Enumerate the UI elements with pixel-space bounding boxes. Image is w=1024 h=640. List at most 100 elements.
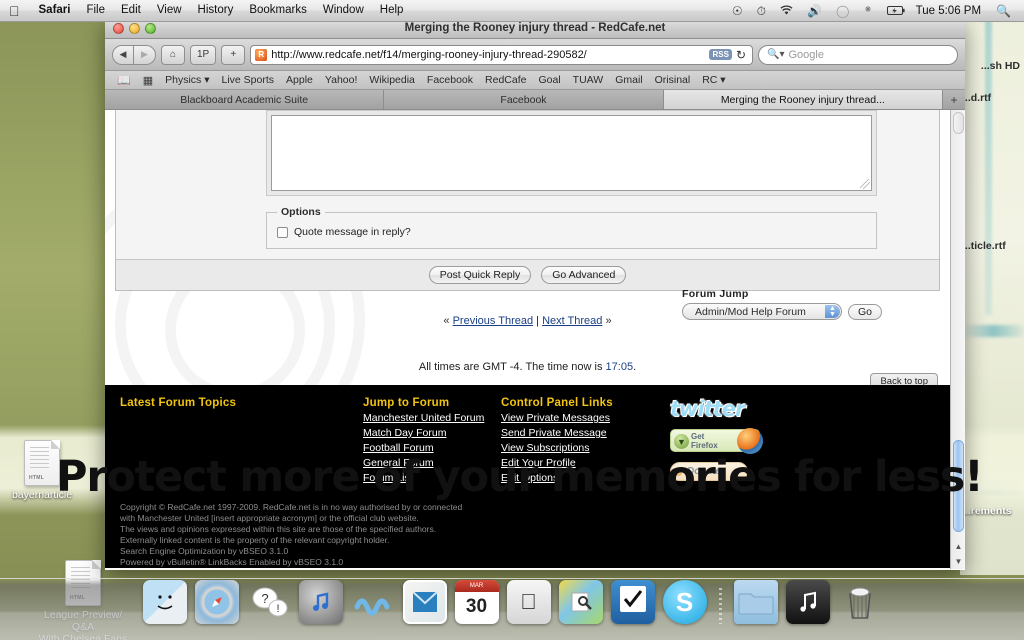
bookmark-physics[interactable]: Physics ▾ [160, 74, 214, 86]
footer-columns: Latest Forum Topics Jump to Forum Manche… [105, 395, 950, 484]
go-advanced-button[interactable]: Go Advanced [541, 266, 627, 284]
spotlight-search-icon[interactable]: 🔍 [989, 5, 1018, 17]
forward-button[interactable]: ▶ [134, 44, 156, 65]
previous-thread-link[interactable]: Previous Thread [453, 315, 534, 327]
footer-link-general-forum[interactable]: General Forum [363, 457, 501, 469]
chevron-updown-icon[interactable]: ▲ ▼ [824, 305, 840, 318]
footer-link-view-subscriptions[interactable]: View Subscriptions [501, 442, 656, 454]
quote-checkbox[interactable] [277, 226, 288, 238]
bookmark-live-sports[interactable]: Live Sports [216, 74, 279, 86]
book-icon[interactable]: 📖 [112, 74, 136, 87]
menu-item-window[interactable]: Window [315, 0, 372, 22]
bookmark-gmail[interactable]: Gmail [610, 74, 647, 86]
reload-icon[interactable]: ↻ [736, 48, 748, 62]
bookmark-tuaw[interactable]: TUAW [568, 74, 609, 86]
rss-badge[interactable]: RSS [709, 49, 732, 60]
finder-icon[interactable] [142, 580, 187, 624]
scrollbar-arrows[interactable]: ▲ ▼ [951, 539, 965, 569]
scroll-up-icon[interactable]: ▲ [955, 542, 963, 551]
page-button[interactable]: 1P [190, 44, 217, 65]
timemachine-icon[interactable]: ⏱ [750, 5, 773, 17]
add-bookmark-button[interactable]: + [221, 44, 246, 65]
address-bar[interactable]: R http://www.redcafe.net/f14/merging-roo… [250, 44, 753, 65]
back-button[interactable]: ◀ [112, 44, 134, 65]
transmit-icon[interactable] [351, 580, 395, 624]
resize-grip-icon[interactable] [860, 179, 870, 189]
bookmark-apple[interactable]: Apple [281, 74, 318, 86]
volume-icon[interactable]: 🔊 [800, 5, 829, 17]
footer-link-manchester-united-forum[interactable]: Manchester United Forum [363, 412, 501, 424]
menu-bar-clock[interactable]: Tue 5:06 PM [912, 5, 989, 17]
menu-item-file[interactable]: File [78, 0, 113, 22]
menu-item-edit[interactable]: Edit [113, 0, 149, 22]
menu-item-help[interactable]: Help [372, 0, 412, 22]
get-firefox-text: Get Firefox [691, 432, 718, 450]
things-icon[interactable] [610, 580, 655, 624]
mail-icon[interactable] [402, 580, 447, 624]
bookmark-wikipedia[interactable]: Wikipedia [364, 74, 420, 86]
search-input[interactable]: 🔍▾ Google [758, 44, 958, 65]
footer-link-view-private-messages[interactable]: View Private Messages [501, 412, 656, 424]
footer-link-edit-your-profile[interactable]: Edit Your Profile [501, 457, 656, 469]
tab-blackboard[interactable]: Blackboard Academic Suite [105, 90, 385, 109]
desktop-icon-label: bayernarticle [11, 489, 73, 501]
desktop-icon-bayernarticle[interactable]: HTML bayernarticle [0, 440, 92, 501]
appstore-icon[interactable]:  [506, 580, 551, 624]
bookmark-goal[interactable]: Goal [533, 74, 565, 86]
itunes-icon[interactable] [298, 580, 343, 624]
vertical-scrollbar[interactable]: ▲ ▼ [950, 110, 965, 569]
wifi-icon[interactable] [773, 5, 800, 16]
battery-icon[interactable] [880, 6, 912, 15]
skype-icon[interactable]: S [662, 580, 707, 624]
twitter-logo[interactable]: twitter [670, 397, 950, 421]
post-quick-reply-button[interactable]: Post Quick Reply [428, 266, 532, 284]
grid-icon[interactable]: ▦ [138, 74, 158, 87]
bookmark-facebook[interactable]: Facebook [422, 74, 478, 86]
menu-item-view[interactable]: View [149, 0, 190, 22]
menu-item-bookmarks[interactable]: Bookmarks [241, 0, 315, 22]
footer-link-forum-list[interactable]: Forum List [363, 472, 501, 484]
desktop-icon-rtf-1[interactable]: ...d.rtf [962, 90, 991, 104]
bookmark-yahoo[interactable]: Yahoo! [320, 74, 363, 86]
apple-menu-icon[interactable]:  [0, 4, 31, 18]
home-button[interactable]: ⌂ [161, 44, 185, 65]
music-stack-icon[interactable] [785, 580, 830, 624]
quote-option-row[interactable]: Quote message in reply? [277, 226, 866, 238]
forum-jump-select[interactable]: Admin/Mod Help Forum ▲ ▼ [682, 303, 842, 320]
dock-items: ?! MAR 30  [0, 574, 1024, 624]
desktop-icon-requirements[interactable]: ...rements [962, 467, 1012, 517]
footer-link-edit-options[interactable]: Edit Options [501, 472, 656, 484]
site-footer: Latest Forum Topics Jump to Forum Manche… [105, 385, 950, 568]
tab-rooney-thread[interactable]: Merging the Rooney injury thread... [663, 90, 943, 109]
get-firefox-button[interactable]: ▼ Get Firefox [670, 428, 763, 454]
menu-item-history[interactable]: History [190, 0, 242, 22]
desktop-icon-macintosh-hd-label[interactable]: ...sh HD [960, 60, 1024, 72]
tab-facebook[interactable]: Facebook [384, 90, 664, 109]
next-thread-link[interactable]: Next Thread [542, 315, 602, 327]
safari-icon[interactable] [194, 580, 239, 624]
desktop-icon-rtf-2[interactable]: ...ticle.rtf [962, 238, 1006, 252]
preview-icon[interactable] [558, 580, 603, 624]
chat-bubble-icon[interactable]: ◯ [829, 5, 856, 17]
footer-col-latest-topics: Latest Forum Topics [105, 397, 363, 484]
footer-link-match-day-forum[interactable]: Match Day Forum [363, 427, 501, 439]
footer-link-football-forum[interactable]: Football Forum [363, 442, 501, 454]
footer-link-send-private-message[interactable]: Send Private Message [501, 427, 656, 439]
forum-jump-go-button[interactable]: Go [847, 303, 882, 320]
scrollbar-thumb[interactable] [953, 440, 964, 532]
bluetooth-icon[interactable]: ⁕ [856, 5, 879, 16]
bookmark-redcafe[interactable]: RedCafe [480, 74, 531, 86]
bookmark-rc-folder[interactable]: RC ▾ [697, 74, 730, 86]
documents-folder-icon[interactable] [733, 580, 778, 624]
quick-reply-textarea[interactable] [271, 115, 872, 191]
ical-icon[interactable]: MAR 30 [454, 580, 499, 624]
page-inner: Options Quote message in reply? Post Qui… [105, 110, 950, 568]
trash-icon[interactable] [838, 580, 882, 624]
scroll-down-icon[interactable]: ▼ [955, 557, 963, 566]
donate-button[interactable]: Donate [670, 462, 748, 481]
menu-item-safari[interactable]: Safari [31, 0, 79, 22]
adium-icon[interactable]: ?! [247, 580, 291, 624]
bookmark-orisinal[interactable]: Orisinal [650, 74, 696, 86]
new-tab-button[interactable]: + [942, 90, 965, 109]
quicksilver-icon[interactable]: ☉ [725, 5, 750, 17]
